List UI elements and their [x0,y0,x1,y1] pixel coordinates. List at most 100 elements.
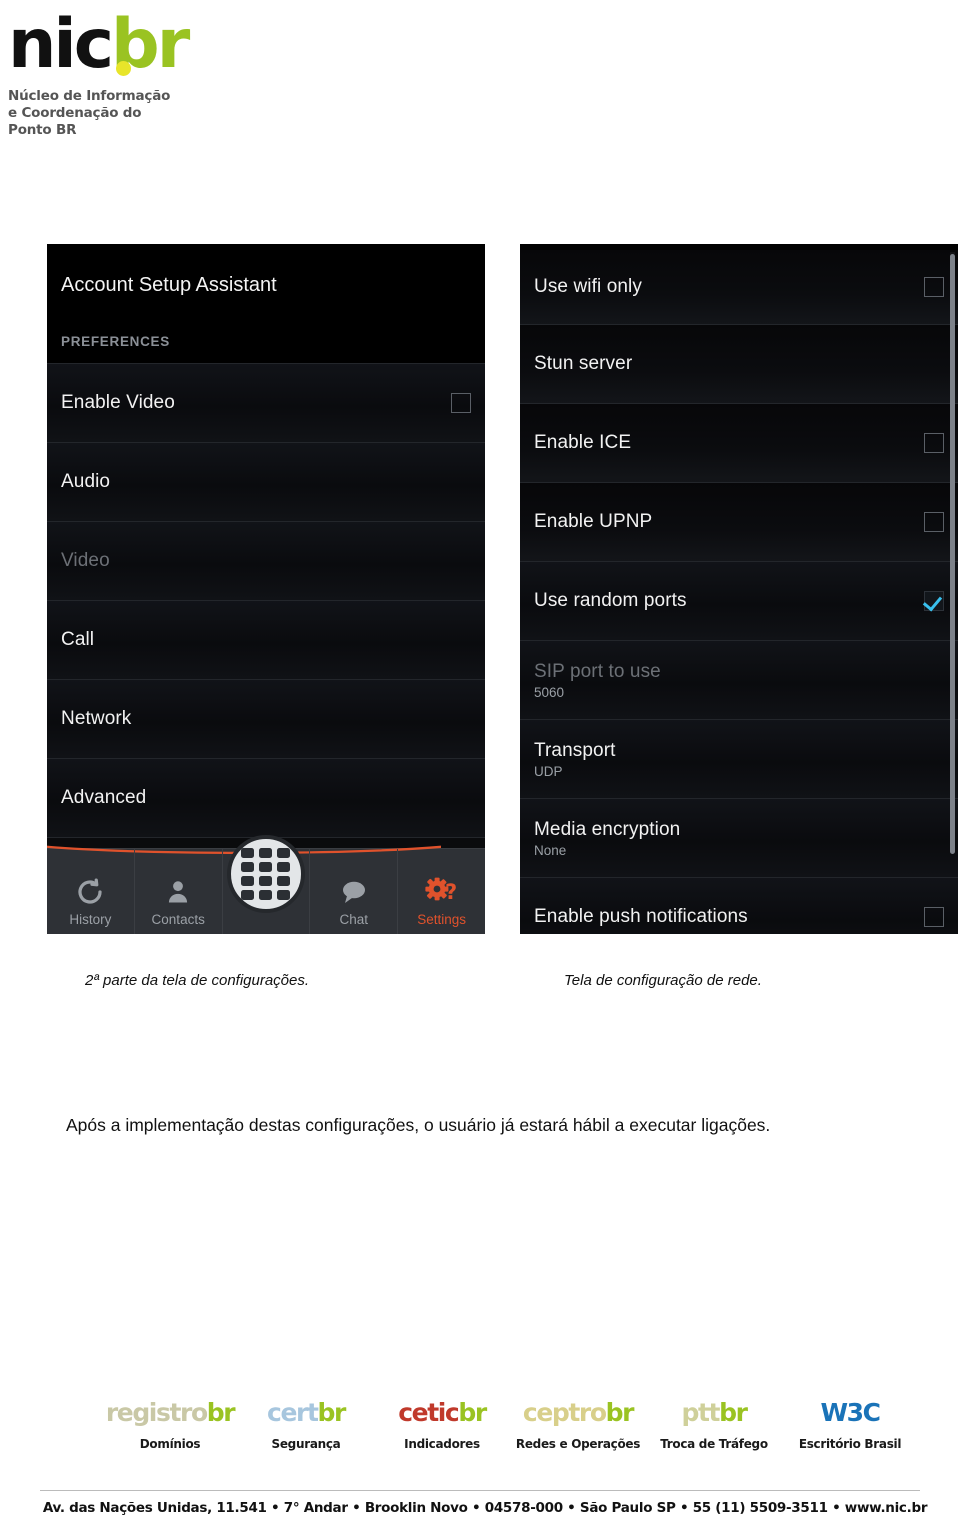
list-item-label: SIP port to use [534,660,661,682]
preferences-section-header: PREFERENCES [47,320,485,364]
tab-settings[interactable]: ? Settings [398,849,485,934]
list-item-text: Stun server [534,353,944,375]
list-item-value: None [534,842,567,858]
use-random-ports-checkbox[interactable] [924,591,944,611]
logo-name: W3C [820,1398,881,1427]
logo-cert-br: certbr Segurança [241,1398,371,1451]
dialpad-key [259,848,273,858]
screenshot-settings-preferences: Account Setup Assistant PREFERENCES Enab… [47,244,485,934]
footer-divider [40,1490,920,1491]
dialpad-key [259,876,273,886]
account-setup-assistant-row[interactable]: Account Setup Assistant [47,250,485,320]
dialpad-icon[interactable] [226,835,305,913]
list-item-value: 5060 [534,684,565,700]
logo-registro-br: registrobr Domínios [105,1398,236,1451]
logo-ptt-mark: pttbr [649,1398,779,1428]
enable-upnp-checkbox[interactable] [924,512,944,532]
list-item-text: Audio [61,471,471,493]
use-wifi-only-checkbox[interactable] [924,277,944,297]
scrollbar-thumb[interactable] [950,254,955,854]
list-item-video[interactable]: Video [47,522,485,601]
tagline-line-3: Ponto BR [8,122,77,138]
list-item-sip-port-to-use[interactable]: SIP port to use 5060 [520,641,958,720]
list-item-label: Use random ports [534,590,687,611]
footer-address: Av. das Nações Unidas, 11.541 • 7° Andar… [42,1500,928,1516]
list-item-text: SIP port to use 5060 [534,661,944,700]
dialpad-key [241,862,255,872]
enable-video-checkbox[interactable] [451,393,471,413]
logo-tagline: Núcleo de Informação e Coordenação do Po… [8,88,268,139]
list-item-enable-ice[interactable]: Enable ICE [520,404,958,483]
list-item-stun-server[interactable]: Stun server [520,325,958,404]
list-item-label: Call [61,629,95,650]
tab-dialpad[interactable] [223,835,311,934]
logo-cetic-br: ceticbr Indicadores [377,1398,507,1451]
tab-chat[interactable]: Chat [310,849,399,934]
person-icon [164,875,192,909]
list-item-advanced[interactable]: Advanced [47,759,485,838]
list-item-text: Call [61,629,471,651]
nic-br-logo: nic br Núcleo de Informação e Coordenação… [8,8,268,139]
logo-suffix: br [458,1398,487,1427]
logo-name: ptt [681,1398,720,1427]
logo-name: cetic [398,1398,460,1427]
logo-caption: Redes e Operações [515,1437,641,1451]
dialpad-key [259,862,273,872]
list-item-text: Enable UPNP [534,511,924,533]
dialpad-key [277,876,291,886]
tab-history[interactable]: History [47,849,135,934]
list-item-text: Video [61,550,471,572]
logo-caption: Indicadores [404,1437,480,1451]
list-item-text: Network [61,708,471,730]
list-item-enable-push-notifications[interactable]: Enable push notifications [520,878,958,934]
logo-w3c: W3C Escritório Brasil [785,1398,915,1451]
dialpad-key [241,890,255,900]
logo-nic-text: nic [8,5,114,84]
list-item-audio[interactable]: Audio [47,443,485,522]
body-paragraph: Após a implementação destas configuraçõe… [66,1115,771,1135]
enable-ice-checkbox[interactable] [924,433,944,453]
logo-suffix: br [317,1398,347,1427]
tagline-line-2: e Coordenação do [8,105,142,121]
dialpad-key [241,848,255,858]
list-item-text: Enable ICE [534,432,924,454]
list-item-text: Use wifi only [534,276,924,298]
bottom-tab-bar: History Contacts Chat ? Settings [47,835,485,934]
screenshot-network-settings: Use wifi only Stun server Enable ICE Ena… [520,244,958,934]
list-item-text: Transport UDP [534,740,944,779]
caption-left: 2ª parte da tela de configurações. [85,972,310,989]
list-item-media-encryption[interactable]: Media encryption None [520,799,958,878]
list-item-enable-upnp[interactable]: Enable UPNP [520,483,958,562]
logo-name: registro [105,1398,208,1427]
list-item-text: Advanced [61,787,471,809]
list-item-enable-video[interactable]: Enable Video [47,364,485,443]
logo-dot-wrap: br [111,8,190,82]
list-item-call[interactable]: Call [47,601,485,680]
list-item-label: Enable push notifications [534,906,748,927]
account-setup-assistant-label: Account Setup Assistant [61,273,277,296]
list-item-label: Media encryption [534,818,681,840]
tab-label: History [69,912,112,927]
logo-ptt-br: pttbr Troca de Tráfego [649,1398,779,1451]
list-item-use-wifi-only[interactable]: Use wifi only [520,250,958,325]
speech-bubble-icon [339,875,369,909]
dialpad-key [241,876,255,886]
logo-registro-mark: registrobr [105,1398,236,1428]
list-item-value: UDP [534,763,563,779]
logo-ceptro-mark: ceptrobr [513,1398,643,1428]
list-item-transport[interactable]: Transport UDP [520,720,958,799]
list-item-label: Advanced [61,787,147,808]
dialpad-key [277,862,291,872]
list-item-network[interactable]: Network [47,680,485,759]
tab-label: Settings [417,912,466,927]
list-item-text: Media encryption None [534,819,944,858]
svg-text:?: ? [445,880,457,904]
list-item-label: Network [61,708,132,729]
tab-contacts[interactable]: Contacts [135,849,223,934]
list-item-label: Enable Video [61,392,175,413]
logo-suffix: br [719,1398,748,1427]
caption-right: Tela de configuração de rede. [564,972,762,989]
document-page: nic br Núcleo de Informação e Coordenação… [0,0,960,1527]
enable-push-notifications-checkbox[interactable] [924,907,944,927]
list-item-use-random-ports[interactable]: Use random ports [520,562,958,641]
